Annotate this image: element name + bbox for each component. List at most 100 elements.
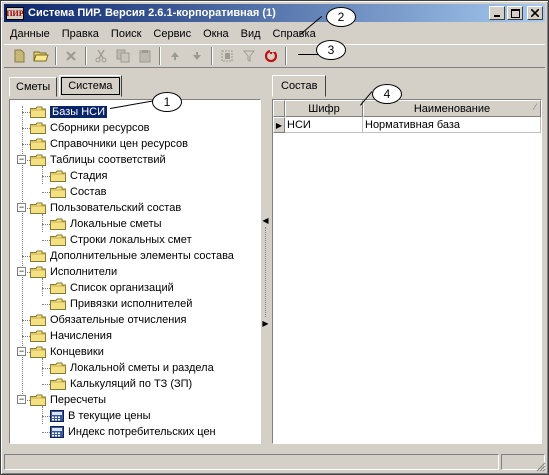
tree-item[interactable]: Пользовательский состав: [30, 200, 181, 216]
composition-grid[interactable]: Шифр Наименование ⁄ ▶ НСИ Нормативная ба…: [272, 99, 542, 444]
callout-3: 3: [316, 40, 346, 60]
cell-name[interactable]: Нормативная база: [363, 117, 541, 133]
tree-item[interactable]: Сборники ресурсов: [30, 120, 150, 136]
cell-code[interactable]: НСИ: [285, 117, 363, 133]
menu-windows[interactable]: Окна: [197, 28, 235, 40]
table-row[interactable]: ▶ НСИ Нормативная база: [273, 117, 541, 133]
move-up-button[interactable]: [164, 46, 186, 66]
tree-connector: [42, 432, 50, 433]
tree-item[interactable]: Локальные сметы: [50, 216, 162, 232]
tree-item-label: В текущие цены: [68, 410, 151, 422]
tree-connector: [42, 192, 50, 193]
tree-item[interactable]: Список организаций: [50, 280, 174, 296]
menu-data[interactable]: Данные: [4, 28, 56, 40]
tree-connector: [22, 144, 30, 145]
tree-connector: [42, 240, 50, 241]
tree-item[interactable]: Стадия: [50, 168, 108, 184]
tree-item[interactable]: Таблицы соответствий: [30, 152, 166, 168]
tree-item[interactable]: Базы НСИ: [30, 104, 108, 120]
refresh-button[interactable]: [260, 46, 282, 66]
tree-button[interactable]: [216, 46, 238, 66]
filter-icon: [243, 50, 255, 62]
tree-item[interactable]: Состав: [50, 184, 106, 200]
tree-item[interactable]: В текущие цены: [50, 408, 151, 424]
new-button[interactable]: [8, 46, 30, 66]
callout-3-line: [298, 54, 318, 55]
tree-item[interactable]: Исполнители: [30, 264, 117, 280]
system-tree[interactable]: Базы НСИ Сборники ресурсов Справочники цен…: [9, 99, 261, 444]
folder-icon: [30, 202, 46, 214]
copy-button[interactable]: [112, 46, 134, 66]
paste-button[interactable]: [134, 46, 156, 66]
collapse-icon[interactable]: −: [17, 347, 26, 356]
splitter-grip[interactable]: [264, 226, 267, 317]
move-up-icon: [171, 52, 179, 60]
menu-view[interactable]: Вид: [235, 28, 267, 40]
tree-item[interactable]: Пересчеты: [30, 392, 106, 408]
tree-item[interactable]: Справочники цен ресурсов: [30, 136, 188, 152]
tree-item-label: Сборники ресурсов: [50, 122, 150, 134]
delete-button[interactable]: [60, 46, 82, 66]
tree-item[interactable]: Концевики: [30, 344, 104, 360]
app-logo-icon[interactable]: ПИР: [6, 6, 24, 20]
copy-icon: [116, 49, 130, 63]
toolbar-separator: [159, 47, 161, 65]
tree-item-label: Локальной сметы и раздела: [70, 362, 214, 374]
collapse-icon[interactable]: −: [17, 155, 26, 164]
row-indicator-icon: ▶: [273, 117, 285, 133]
menu-edit[interactable]: Правка: [56, 28, 105, 40]
tab-composition[interactable]: Состав: [272, 75, 327, 97]
toolbar-separator: [285, 47, 287, 65]
maximize-button[interactable]: [507, 6, 523, 20]
tree-item[interactable]: Привязки исполнителей: [50, 296, 192, 312]
calculator-icon: [50, 426, 64, 438]
status-panel-main: [4, 454, 499, 470]
tree-connector: [42, 214, 43, 232]
close-icon: [531, 9, 539, 17]
tree-item-label: Концевики: [50, 346, 104, 358]
right-tab-strip: Состав: [272, 75, 328, 97]
folder-icon: [50, 378, 66, 390]
tree-item[interactable]: Локальной сметы и раздела: [50, 360, 214, 376]
folder-icon: [50, 282, 66, 294]
left-tab-strip: Сметы Система: [9, 75, 124, 97]
collapse-icon[interactable]: −: [17, 203, 26, 212]
open-icon: [33, 51, 49, 62]
close-button[interactable]: [527, 6, 543, 20]
collapse-icon[interactable]: −: [17, 395, 26, 404]
tree-item[interactable]: Калькуляций по ТЗ (ЗП): [50, 376, 192, 392]
move-down-button[interactable]: [186, 46, 208, 66]
paste-icon: [139, 50, 151, 63]
folder-icon: [30, 346, 46, 358]
resize-grip-icon[interactable]: [536, 462, 546, 472]
tab-system[interactable]: Система: [59, 75, 122, 97]
pane-splitter[interactable]: ◀ ▶: [261, 99, 270, 444]
tree-item[interactable]: Обязательные отчисления: [30, 312, 186, 328]
column-header-name-label: Наименование: [413, 102, 491, 115]
tree-item-label: Локальные сметы: [70, 218, 162, 230]
collapse-icon[interactable]: −: [17, 267, 26, 276]
tree-item[interactable]: Индекс потребительских цен: [50, 424, 216, 440]
cut-button[interactable]: [90, 46, 112, 66]
move-down-icon: [193, 52, 201, 60]
folder-icon: [30, 106, 46, 118]
filter-button[interactable]: [238, 46, 260, 66]
tree-item[interactable]: Начисления: [30, 328, 112, 344]
collapse-left-icon[interactable]: ◀: [262, 216, 268, 225]
tree-item-label: Список организаций: [70, 282, 174, 294]
column-header-code[interactable]: Шифр: [285, 100, 363, 117]
tree-item[interactable]: Дополнительные элементы состава: [30, 248, 234, 264]
tree-connector: [22, 256, 30, 257]
menu-help[interactable]: Справка: [267, 28, 322, 40]
tree-item[interactable]: Строки локальных смет: [50, 232, 192, 248]
tab-estimates[interactable]: Сметы: [9, 77, 58, 97]
tree-connector: [42, 416, 50, 417]
collapse-right-icon[interactable]: ▶: [262, 319, 268, 328]
folder-icon: [30, 330, 46, 342]
menu-search[interactable]: Поиск: [105, 28, 147, 40]
title-bar[interactable]: ПИР Система ПИР. Версия 2.6.1-корпоратив…: [4, 4, 545, 22]
minimize-button[interactable]: [489, 6, 505, 20]
minimize-icon: [494, 15, 500, 17]
menu-service[interactable]: Сервис: [147, 28, 197, 40]
open-button[interactable]: [30, 46, 52, 66]
